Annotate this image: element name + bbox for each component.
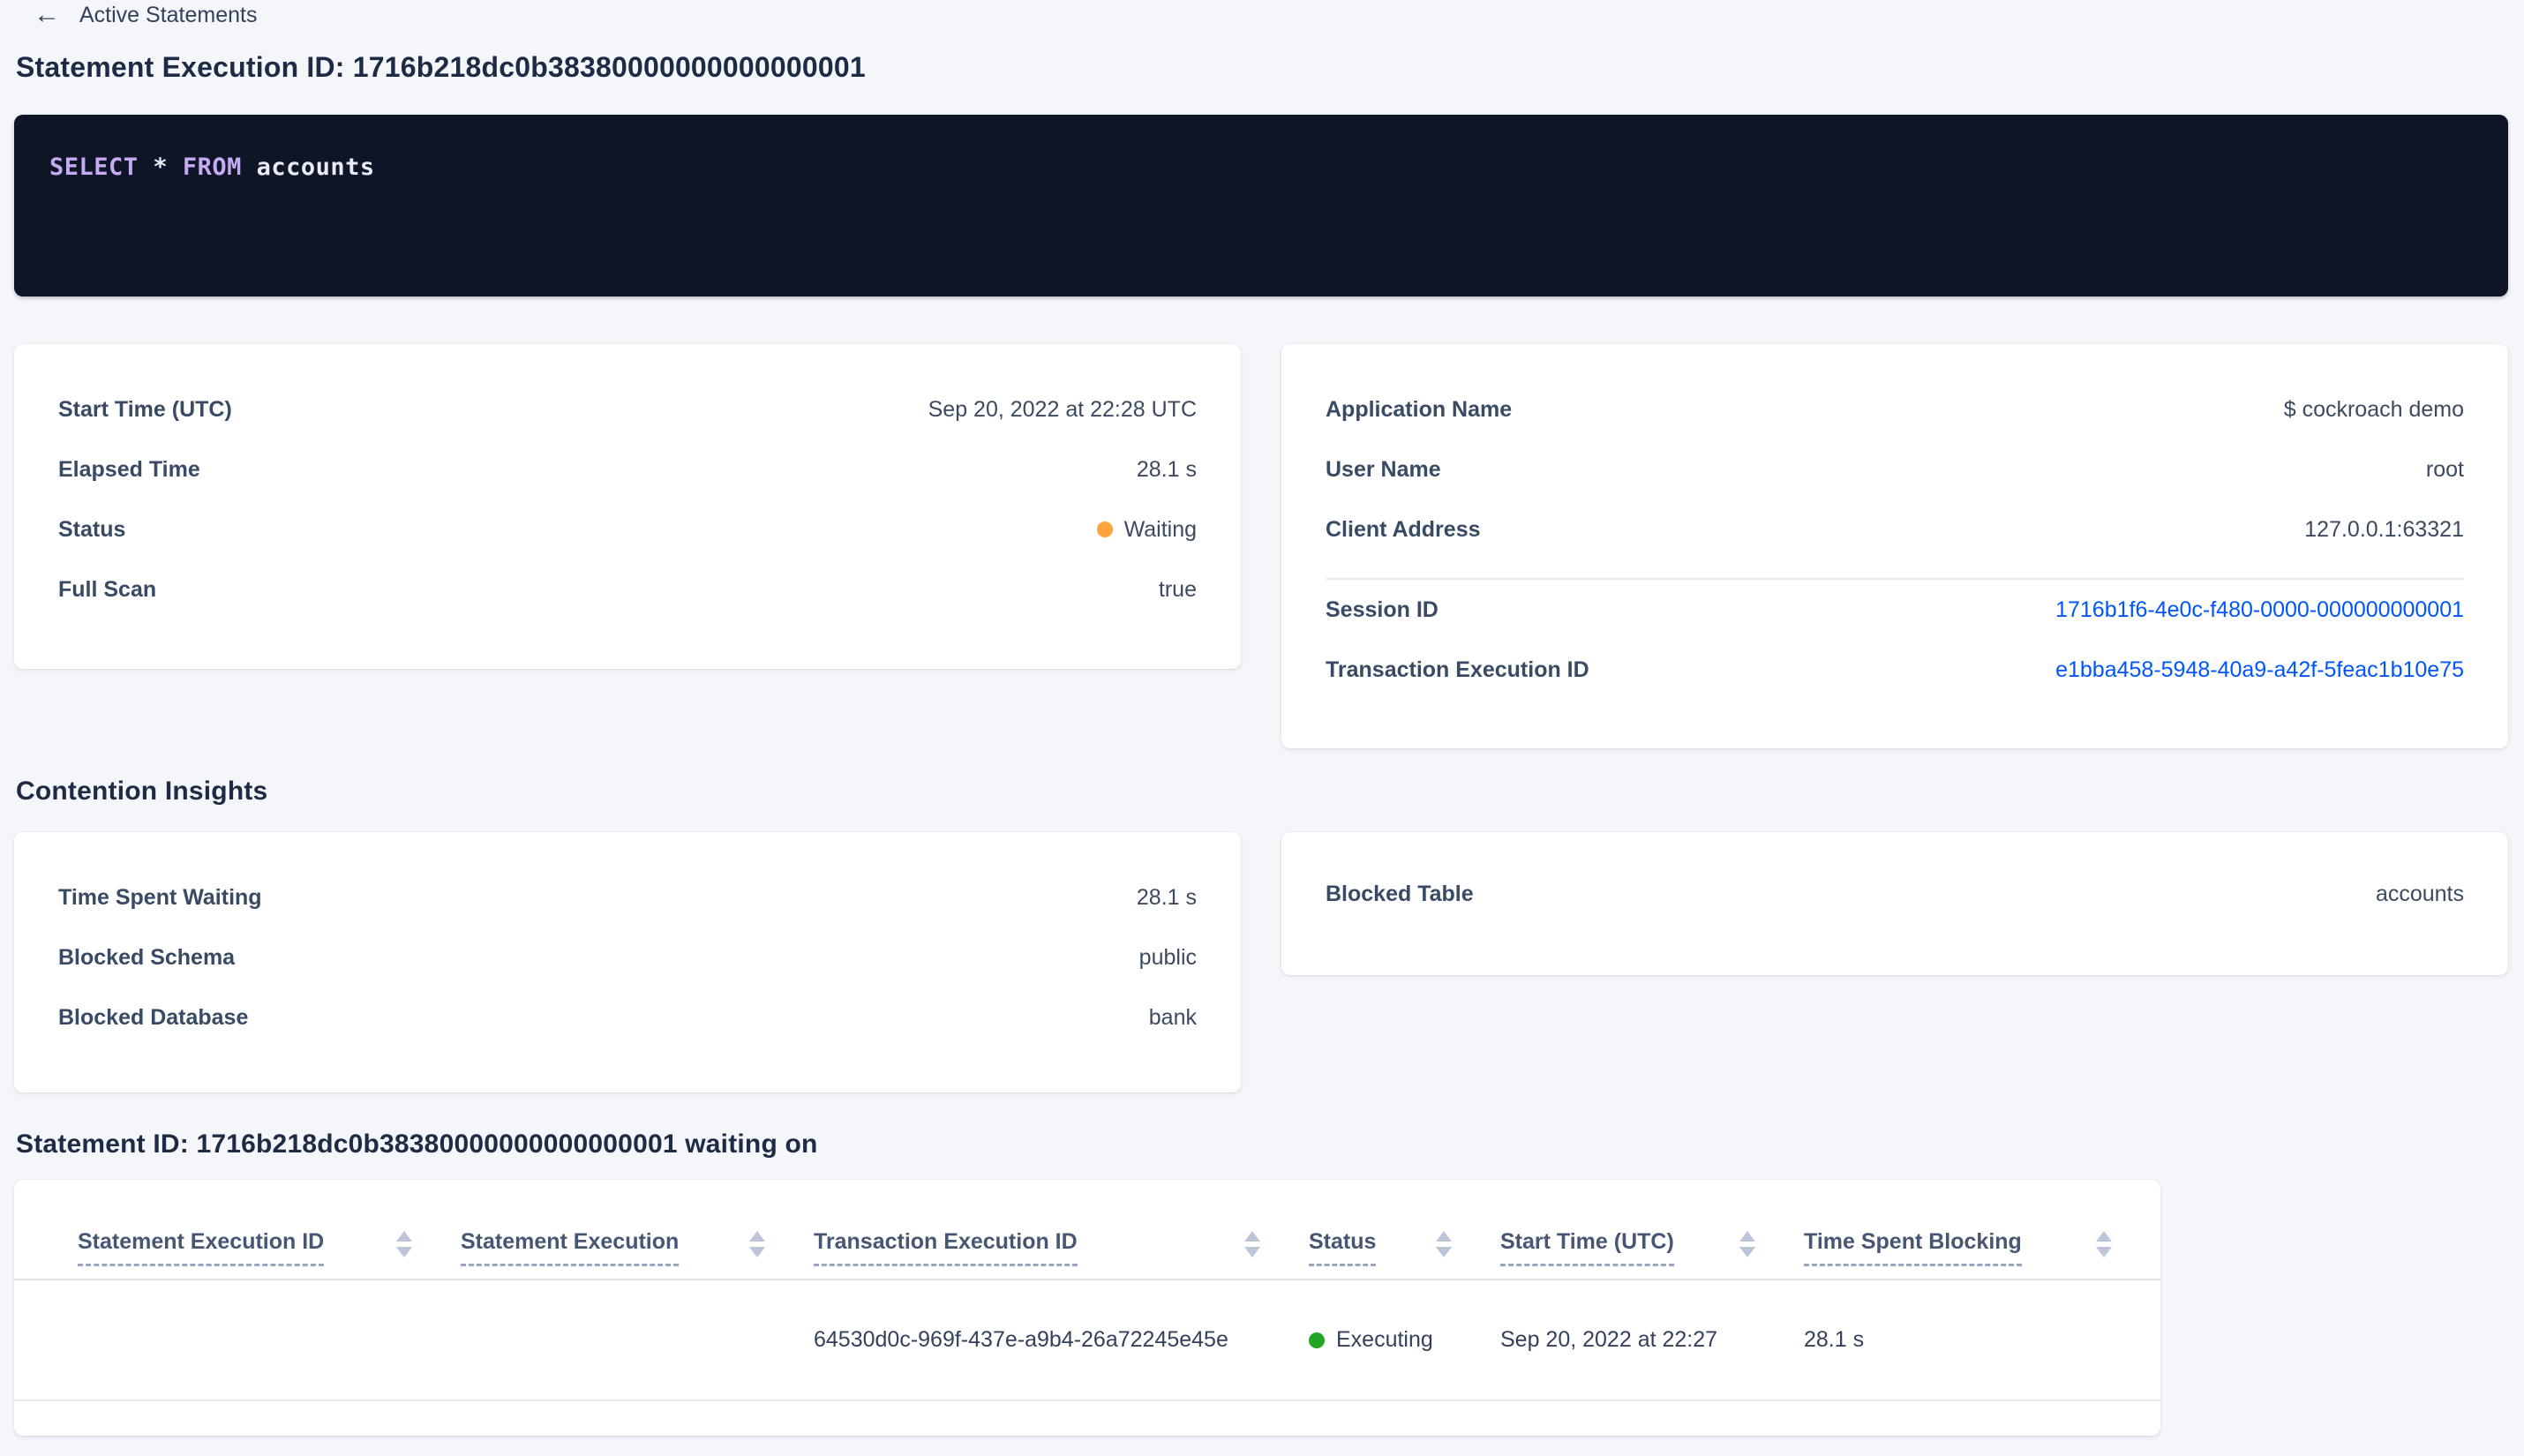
column-header-status[interactable]: Status [1309,1229,1500,1266]
column-header-label: Start Time (UTC) [1500,1229,1674,1266]
contention-right-card: Blocked Table accounts [1281,832,2508,975]
sort-icon[interactable] [1436,1231,1452,1257]
row-blocked-schema: Blocked Schema public [58,927,1197,987]
user-name-value: root [2425,456,2464,482]
column-header-label: Status [1309,1229,1377,1266]
row-start-time: Start Time (UTC) Sep 20, 2022 at 22:28 U… [58,379,1197,439]
column-header-statement-execution[interactable]: Statement Execution [461,1229,814,1266]
row-client-address: Client Address 127.0.0.1:63321 [1326,499,2464,559]
row-application-name: Application Name $ cockroach demo [1326,379,2464,439]
column-header-label: Statement Execution ID [78,1229,325,1266]
sort-icon[interactable] [1739,1231,1755,1257]
elapsed-time-label: Elapsed Time [58,456,200,482]
page-title: Statement Execution ID: 1716b218dc0b3838… [16,51,866,83]
back-arrow-icon: ← [34,0,60,29]
sort-icon[interactable] [749,1231,765,1257]
blocked-database-label: Blocked Database [58,1004,249,1030]
cell-start-time: Sep 20, 2022 at 22:27 [1500,1327,1718,1352]
user-name-label: User Name [1326,456,1441,482]
cell-transaction-execution-id: 64530d0c-969f-437e-a9b4-26a72245e45e [814,1327,1228,1352]
start-time-label: Start Time (UTC) [58,396,232,422]
column-header-label: Statement Execution [461,1229,680,1266]
row-status: Status Waiting [58,499,1197,559]
column-header-time-spent-blocking[interactable]: Time Spent Blocking [1804,1229,2160,1266]
application-name-label: Application Name [1326,396,1513,422]
status-value: Waiting [1123,516,1197,542]
sql-keyword-select: SELECT [49,154,139,181]
waiting-statements-table: Statement Execution ID Statement Executi… [14,1180,2160,1436]
sort-icon[interactable] [396,1231,412,1257]
table-header-row: Statement Execution ID Statement Executi… [14,1180,2160,1280]
column-header-statement-execution-id[interactable]: Statement Execution ID [78,1229,461,1266]
full-scan-value: true [1158,576,1197,602]
time-spent-waiting-value: 28.1 s [1136,884,1197,910]
time-spent-waiting-label: Time Spent Waiting [58,884,262,910]
sort-icon[interactable] [1244,1231,1260,1257]
waiting-on-heading: Statement ID: 1716b218dc0b38380000000000… [16,1130,818,1159]
sql-table-name: accounts [256,154,375,181]
sql-keyword-from: FROM [182,154,242,181]
elapsed-time-value: 28.1 s [1136,456,1197,482]
client-address-value: 127.0.0.1:63321 [2304,516,2464,542]
contention-left-card: Time Spent Waiting 28.1 s Blocked Schema… [14,832,1241,1092]
status-badge: Waiting [1096,516,1197,543]
executing-status-value: Executing [1336,1327,1433,1352]
row-session-id: Session ID 1716b1f6-4e0c-f480-0000-00000… [1326,580,2464,640]
row-blocked-table: Blocked Table accounts [1326,864,2464,924]
column-header-label: Time Spent Blocking [1804,1229,2022,1266]
start-time-value: Sep 20, 2022 at 22:28 UTC [928,396,1197,422]
table-row: 64530d0c-969f-437e-a9b4-26a72245e45e Exe… [14,1280,2160,1401]
row-transaction-execution-id: Transaction Execution ID e1bba458-5948-4… [1326,640,2464,700]
session-card: Application Name $ cockroach demo User N… [1281,344,2508,748]
row-full-scan: Full Scan true [58,559,1197,619]
column-header-label: Transaction Execution ID [814,1229,1078,1266]
back-link-active-statements[interactable]: ← Active Statements [34,2,257,28]
statement-details-page: ← Active Statements Statement Execution … [0,0,2524,1456]
contention-insights-heading: Contention Insights [16,777,268,806]
application-name-value: $ cockroach demo [2283,396,2464,422]
cell-status: Executing [1309,1327,1500,1353]
blocked-table-value: accounts [2375,881,2464,906]
blocked-database-value: bank [1148,1004,1197,1030]
column-header-start-time[interactable]: Start Time (UTC) [1500,1229,1804,1266]
row-user-name: User Name root [1326,439,2464,499]
client-address-label: Client Address [1326,516,1481,542]
sql-star: * [153,154,169,181]
blocked-schema-label: Blocked Schema [58,944,236,970]
blocked-table-label: Blocked Table [1326,881,1474,906]
overview-card: Start Time (UTC) Sep 20, 2022 at 22:28 U… [14,344,1241,669]
cell-time-spent-blocking: 28.1 s [1804,1327,1865,1352]
sort-icon[interactable] [2096,1231,2112,1257]
status-label: Status [58,516,126,542]
sql-statement-box: SELECT * FROM accounts [14,115,2508,296]
transaction-execution-id-link[interactable]: e1bba458-5948-40a9-a42f-5feac1b10e75 [2055,657,2464,683]
column-header-transaction-execution-id[interactable]: Transaction Execution ID [814,1229,1309,1266]
row-time-spent-waiting: Time Spent Waiting 28.1 s [58,867,1197,927]
full-scan-label: Full Scan [58,576,157,602]
waiting-status-dot-icon [1096,522,1113,537]
transaction-execution-id-label: Transaction Execution ID [1326,657,1589,682]
blocked-schema-value: public [1138,944,1197,970]
session-id-label: Session ID [1326,597,1439,622]
row-blocked-database: Blocked Database bank [58,987,1197,1047]
row-elapsed-time: Elapsed Time 28.1 s [58,439,1197,499]
session-id-link[interactable]: 1716b1f6-4e0c-f480-0000-000000000001 [2055,597,2464,623]
executing-status-dot-icon [1309,1332,1325,1348]
back-link-label: Active Statements [79,2,258,27]
